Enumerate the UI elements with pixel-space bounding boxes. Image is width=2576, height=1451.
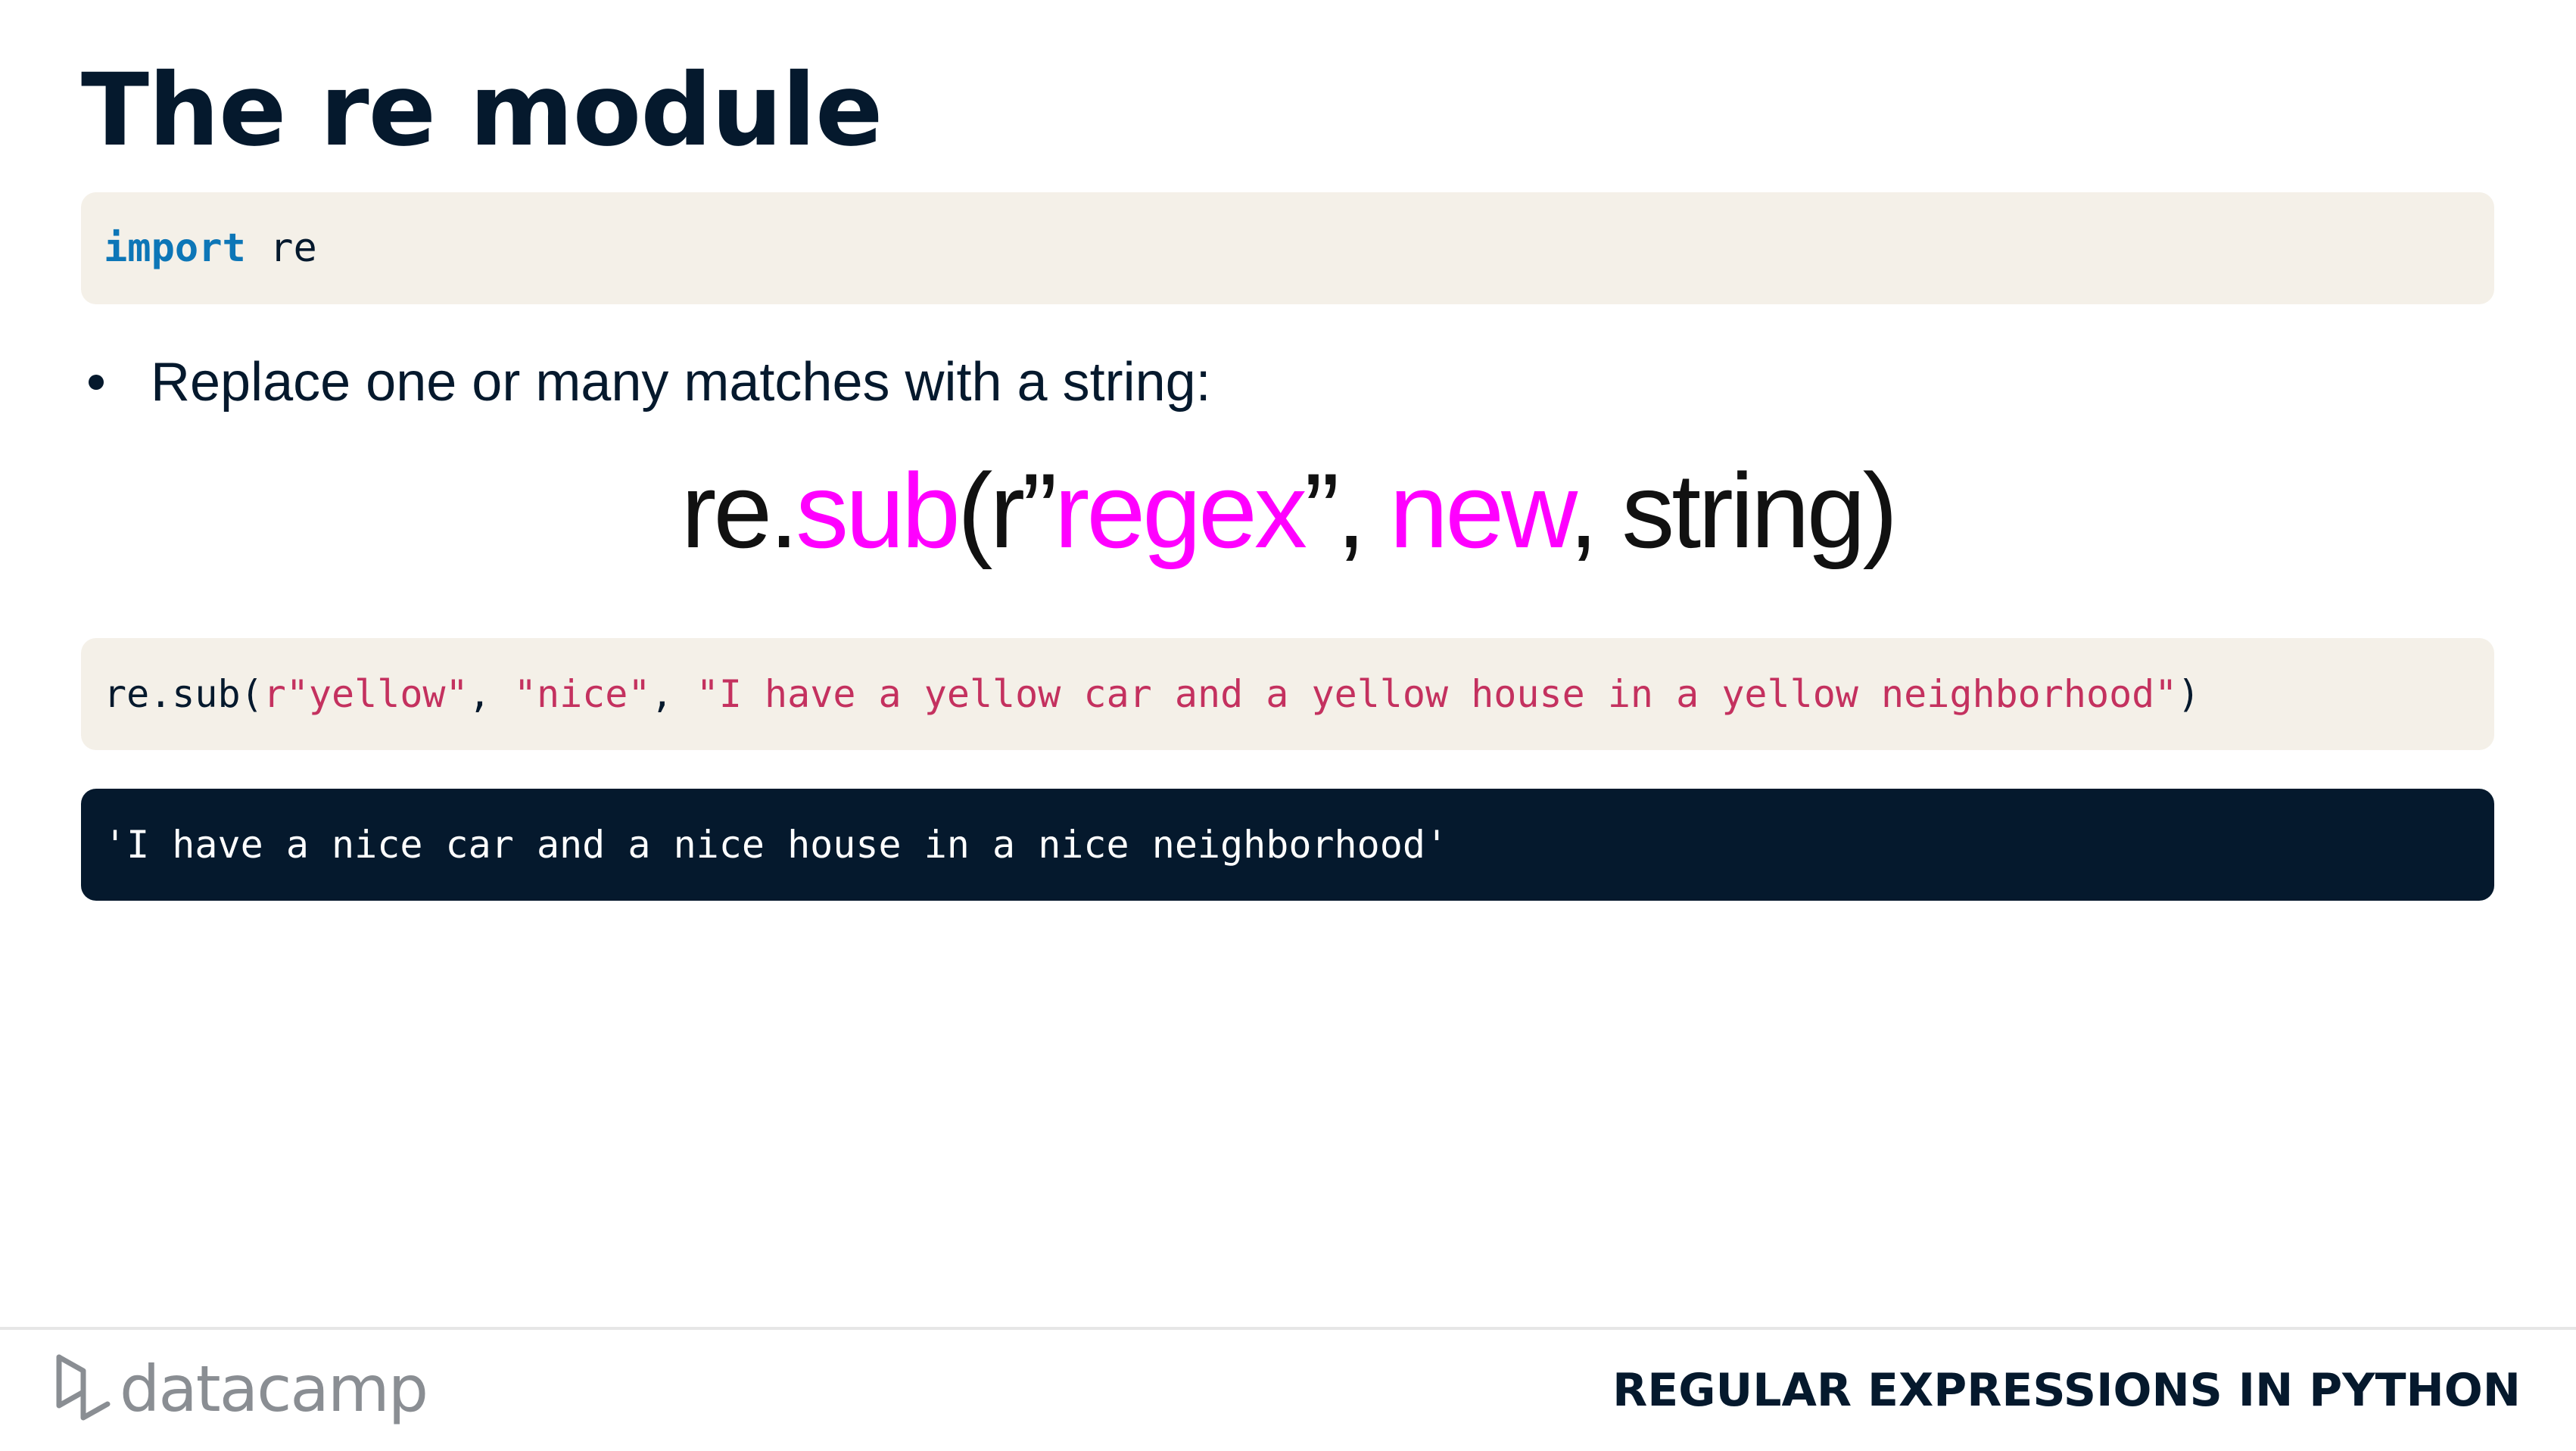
code-call: re.sub( <box>104 672 263 716</box>
output-block: 'I have a nice car and a nice house in a… <box>81 789 2494 901</box>
import-code-block: import re <box>81 192 2494 304</box>
code-comma-2: , <box>650 672 696 716</box>
code-keyword-import: import <box>104 226 246 271</box>
bullet-text: Replace one or many matches with a strin… <box>151 352 1211 413</box>
syntax-new: new <box>1389 451 1571 570</box>
code-arg-replacement: "nice" <box>513 672 651 716</box>
bullet-item: Replace one or many matches with a strin… <box>81 344 1211 420</box>
slide: The re module import re Replace one or m… <box>0 0 2576 1451</box>
sub-code-block: re.sub(r"yellow", "nice", "I have a yell… <box>81 638 2494 750</box>
code-arg-string: "I have a yellow car and a yellow house … <box>696 672 2178 716</box>
syntax-regex: regex <box>1054 451 1307 570</box>
syntax-tail: , string) <box>1568 451 1898 570</box>
code-comma-1: , <box>468 672 514 716</box>
syntax-prefix: re. <box>681 451 799 570</box>
code-close: ) <box>2177 672 2201 716</box>
code-import-module: re <box>245 226 317 271</box>
footer-divider <box>0 1327 2576 1330</box>
course-title: REGULAR EXPRESSIONS IN PYTHON <box>1612 1364 2521 1417</box>
datacamp-logo: datacamp <box>53 1347 428 1431</box>
syntax-open: (r” <box>957 451 1057 570</box>
sub-syntax-display: re.sub(r”regex”, new, string) <box>0 447 2576 575</box>
syntax-sep: ”, <box>1304 451 1390 570</box>
logo-wordmark: datacamp <box>120 1352 428 1426</box>
bullet-dot-icon <box>89 375 104 390</box>
syntax-func: sub <box>796 451 961 570</box>
code-arg-pattern: r"yellow" <box>263 672 469 716</box>
datacamp-logo-icon <box>56 1354 111 1421</box>
slide-title: The re module <box>81 52 883 169</box>
